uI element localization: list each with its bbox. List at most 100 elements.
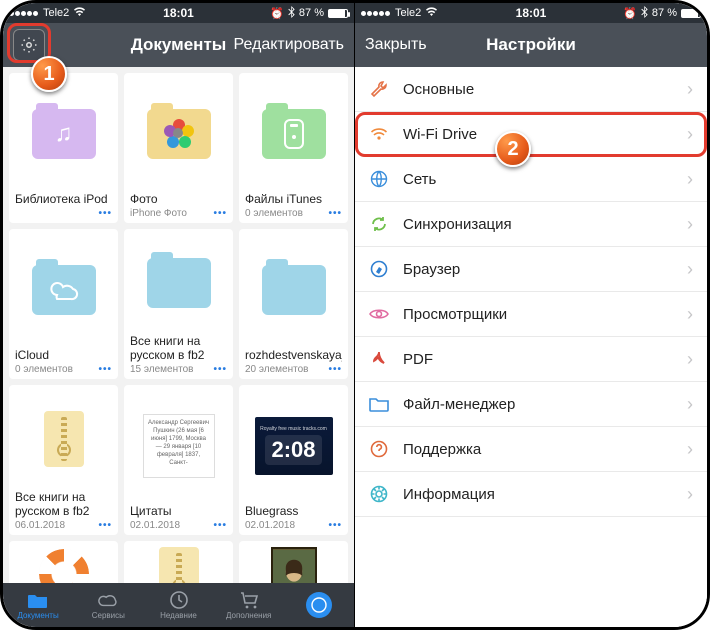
- chevron-right-icon: ›: [687, 259, 693, 280]
- status-bar: Tele2 18:01 ⏰ 87 %: [3, 3, 354, 23]
- cart-icon: [239, 590, 259, 610]
- folder-tile[interactable]: Все книги на русском в fb2 15 элементов •…: [124, 229, 233, 379]
- eye-icon: [369, 304, 389, 324]
- more-icon[interactable]: •••: [328, 520, 342, 531]
- preview-caption: Royalty free music tracks.com: [260, 426, 327, 432]
- folder-icon: [147, 109, 211, 159]
- tab-label: Сервисы: [92, 611, 125, 620]
- status-time: 18:01: [3, 6, 354, 20]
- tab-label: Недавние: [160, 611, 197, 620]
- buoy-icon: [39, 549, 89, 583]
- file-tile[interactable]: [239, 541, 348, 583]
- settings-row-browser[interactable]: Браузер ›: [355, 247, 707, 292]
- audio-preview: Royalty free music tracks.com 2:08: [255, 417, 333, 475]
- more-icon[interactable]: •••: [328, 364, 342, 375]
- row-label: PDF: [403, 351, 433, 368]
- cloud-icon: [98, 590, 118, 610]
- compass-icon: [369, 259, 389, 279]
- tile-name: Библиотека iPod: [15, 192, 112, 206]
- tab-label: Документы: [17, 611, 58, 620]
- chevron-right-icon: ›: [687, 484, 693, 505]
- chevron-right-icon: ›: [687, 214, 693, 235]
- wifi-drive-icon: [369, 124, 389, 144]
- settings-row-file-manager[interactable]: Файл-менеджер ›: [355, 382, 707, 427]
- row-label: Информация: [403, 486, 495, 503]
- compass-icon: [306, 592, 332, 618]
- callout-badge-2: 2: [495, 131, 531, 167]
- file-tile[interactable]: Royalty free music tracks.com 2:08 Blueg…: [239, 385, 348, 535]
- tile-name: Файлы iTunes: [245, 192, 342, 206]
- more-icon[interactable]: •••: [213, 364, 227, 375]
- chevron-right-icon: ›: [687, 394, 693, 415]
- help-icon: [369, 439, 389, 459]
- file-tile[interactable]: [124, 541, 233, 583]
- settings-row-info[interactable]: Информация ›: [355, 472, 707, 517]
- tile-meta: iPhone Фото: [130, 208, 187, 219]
- tab-services[interactable]: Сервисы: [73, 583, 143, 627]
- settings-row-network[interactable]: Сеть ›: [355, 157, 707, 202]
- callout-badge-1: 1: [31, 56, 67, 92]
- folder-icon: ♫: [32, 109, 96, 159]
- row-label: Основные: [403, 81, 474, 98]
- folder-tile[interactable]: Файлы iTunes 0 элементов•••: [239, 73, 348, 223]
- settings-row-wifi-drive[interactable]: Wi-Fi Drive ›: [355, 112, 707, 157]
- settings-row-viewers[interactable]: Просмотрщики ›: [355, 292, 707, 337]
- tab-addons[interactable]: Дополнения: [214, 583, 284, 627]
- tile-meta: 0 элементов: [15, 364, 73, 375]
- folder-icon: [32, 265, 96, 315]
- tab-recent[interactable]: Недавние: [143, 583, 213, 627]
- navbar: Закрыть Настройки: [355, 23, 707, 67]
- wrench-icon: [369, 79, 389, 99]
- tile-meta: 15 элементов: [130, 364, 193, 375]
- folder-tile[interactable]: rozhdestvenskaya_m...ev.net) 20 элементо…: [239, 229, 348, 379]
- settings-screen: Tele2 18:01 ⏰ 87 % Закрыть Настройки Осн…: [355, 3, 707, 627]
- folder-icon: [262, 265, 326, 315]
- more-icon[interactable]: •••: [213, 208, 227, 219]
- tile-name: iCloud: [15, 348, 112, 362]
- chevron-right-icon: ›: [687, 304, 693, 325]
- file-tile[interactable]: Александр Сергеевич Пушкин (26 мая [6 ию…: [124, 385, 233, 535]
- row-label: Просмотрщики: [403, 306, 507, 323]
- tab-documents[interactable]: Документы: [3, 583, 73, 627]
- folder-icon: [262, 109, 326, 159]
- more-icon[interactable]: •••: [328, 208, 342, 219]
- globe-icon: [369, 169, 389, 189]
- battery-icon: [681, 9, 701, 18]
- documents-screen: Tele2 18:01 ⏰ 87 % Документы Редактирова…: [3, 3, 355, 627]
- zip-icon: [44, 411, 84, 467]
- folder-tile[interactable]: iCloud 0 элементов •••: [9, 229, 118, 379]
- folder-icon: [28, 590, 48, 610]
- sync-icon: [369, 214, 389, 234]
- settings-row-pdf[interactable]: PDF ›: [355, 337, 707, 382]
- file-tile[interactable]: [9, 541, 118, 583]
- chevron-right-icon: ›: [687, 79, 693, 100]
- settings-row-general[interactable]: Основные ›: [355, 67, 707, 112]
- tile-meta: 06.01.2018: [15, 520, 65, 531]
- info-icon: [369, 484, 389, 504]
- zip-icon: [159, 547, 199, 583]
- chevron-right-icon: ›: [687, 349, 693, 370]
- edit-button[interactable]: Редактировать: [223, 23, 354, 67]
- folder-tile[interactable]: Фото iPhone Фото•••: [124, 73, 233, 223]
- folder-tile[interactable]: ♫ Библиотека iPod •••: [9, 73, 118, 223]
- row-label: Wi-Fi Drive: [403, 126, 477, 143]
- battery-icon: [328, 9, 348, 18]
- tile-name: Цитаты: [130, 504, 227, 518]
- tabbar: Документы Сервисы Недавние Дополнения: [3, 583, 354, 627]
- folder-icon: [369, 394, 389, 414]
- pdf-icon: [369, 349, 389, 369]
- row-label: Сеть: [403, 171, 436, 188]
- more-icon[interactable]: •••: [213, 520, 227, 531]
- close-button[interactable]: Закрыть: [355, 23, 437, 67]
- more-icon[interactable]: •••: [98, 520, 112, 531]
- tile-name: Все книги на русском в fb2: [130, 334, 227, 362]
- chevron-right-icon: ›: [687, 124, 693, 145]
- row-label: Синхронизация: [403, 216, 512, 233]
- status-bar: Tele2 18:01 ⏰ 87 %: [355, 3, 707, 23]
- settings-row-sync[interactable]: Синхронизация ›: [355, 202, 707, 247]
- settings-row-support[interactable]: Поддержка ›: [355, 427, 707, 472]
- more-icon[interactable]: •••: [98, 208, 112, 219]
- file-tile[interactable]: Все книги на русском в fb2 06.01.2018•••: [9, 385, 118, 535]
- tab-browser[interactable]: [284, 583, 354, 627]
- more-icon[interactable]: •••: [98, 364, 112, 375]
